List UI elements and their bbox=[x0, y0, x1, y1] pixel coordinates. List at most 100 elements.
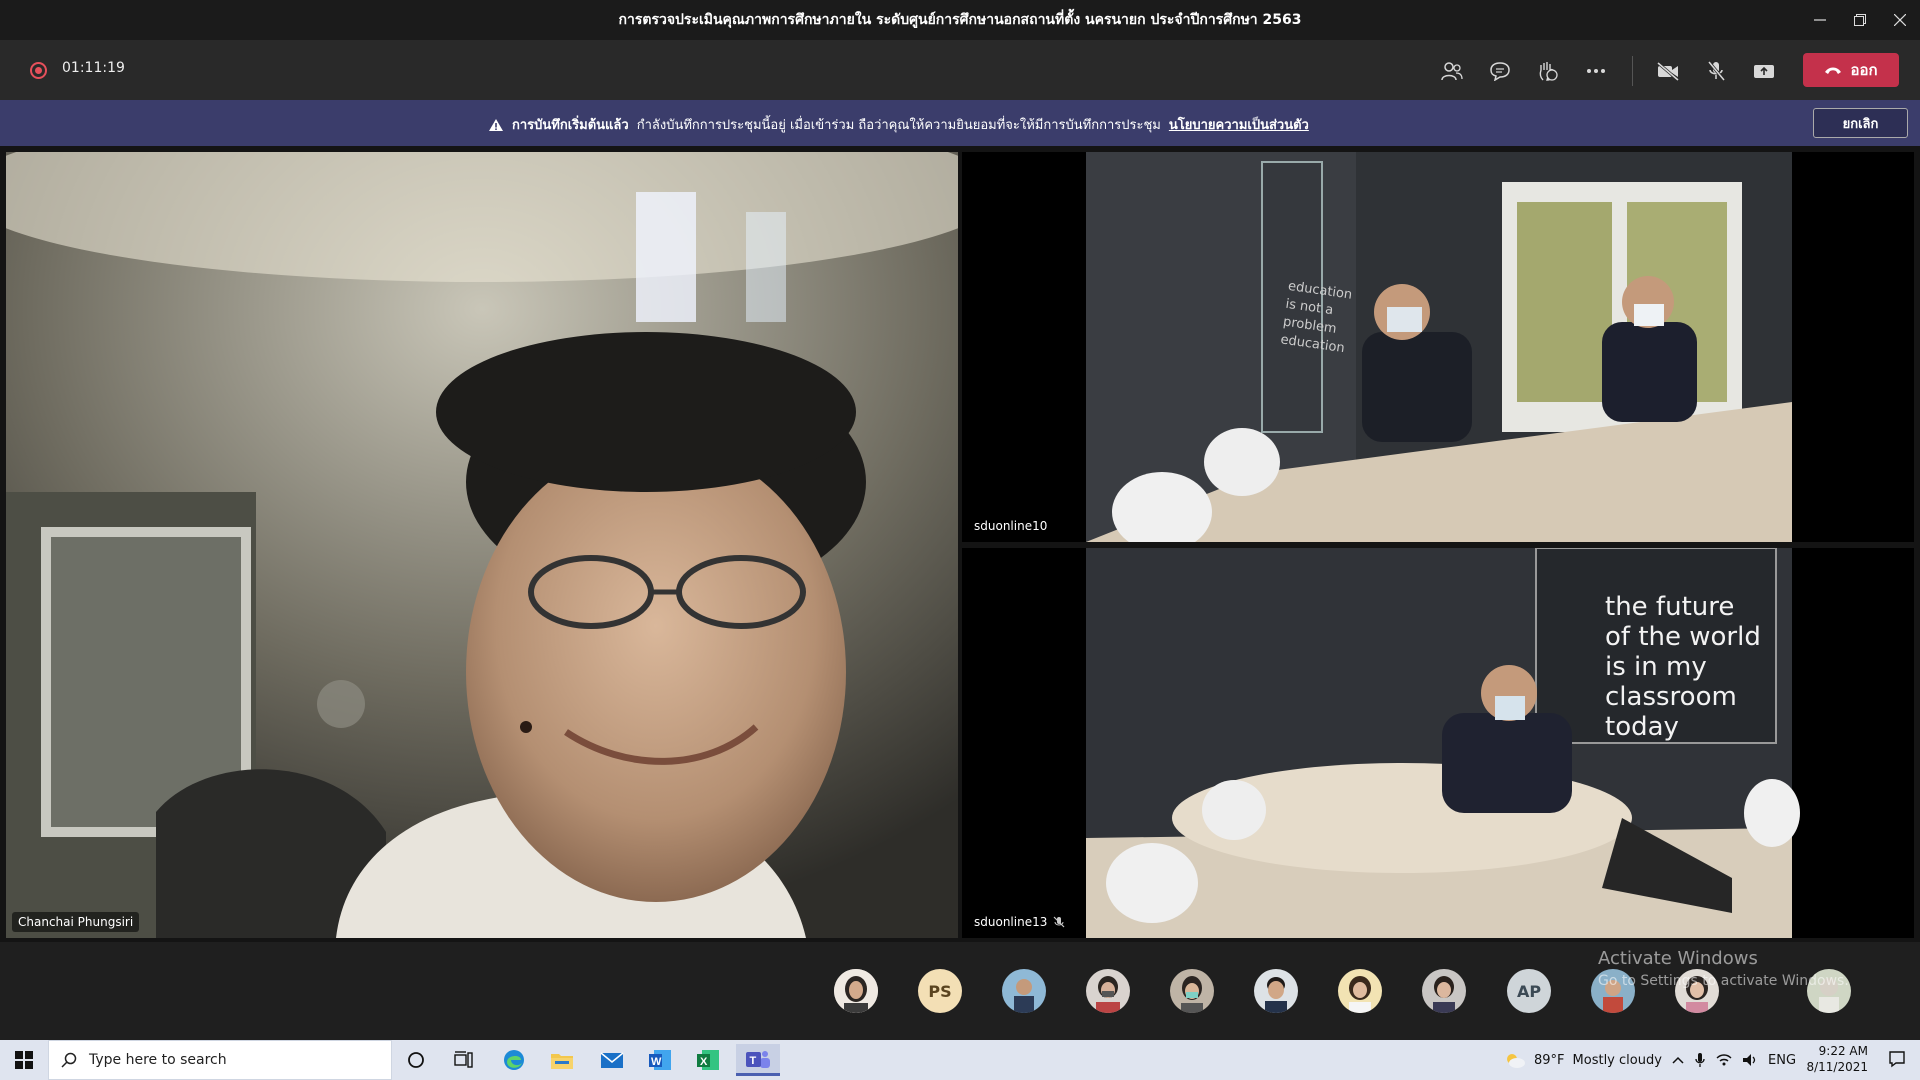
privacy-policy-link[interactable]: นโยบายความเป็นส่วนตัว bbox=[1169, 114, 1309, 135]
cortana-icon bbox=[408, 1052, 424, 1068]
avatar-photo-icon bbox=[1002, 969, 1046, 1013]
weather-desc: Mostly cloudy bbox=[1572, 1052, 1662, 1068]
leave-button[interactable]: ออก bbox=[1803, 53, 1899, 87]
title-bar: การตรวจประเมินคุณภาพการศึกษาภายใน ระดับศ… bbox=[0, 0, 1920, 40]
meeting-toolbar: 01:11:19 ออก bbox=[0, 40, 1920, 100]
avatar-photo-icon bbox=[1170, 969, 1214, 1013]
cortana-button[interactable] bbox=[394, 1044, 438, 1076]
excel-button[interactable]: X bbox=[686, 1044, 730, 1076]
phone-hangup-icon bbox=[1825, 67, 1842, 74]
chat-button[interactable] bbox=[1484, 55, 1516, 87]
people-icon bbox=[1441, 62, 1463, 81]
participant-video-sduonline13 bbox=[962, 548, 1914, 938]
participant-avatar[interactable] bbox=[1002, 969, 1046, 1013]
restore-button[interactable] bbox=[1840, 0, 1880, 40]
microphone-icon[interactable] bbox=[1694, 1052, 1706, 1068]
participant-name-sduonline13-label: sduonline13 bbox=[974, 915, 1048, 929]
participant-avatar-ps[interactable]: PS bbox=[918, 969, 962, 1013]
mic-muted-icon bbox=[1053, 916, 1065, 928]
minimize-icon bbox=[1814, 19, 1826, 21]
banner-body: กำลังบันทึกการประชุมนี้อยู่ เมื่อเข้าร่ว… bbox=[636, 118, 1161, 133]
window-controls bbox=[1800, 0, 1920, 40]
file-explorer-button[interactable] bbox=[540, 1044, 584, 1076]
start-button[interactable] bbox=[0, 1040, 48, 1080]
wall-sign-bottom-line: is in my bbox=[1605, 652, 1707, 682]
window-title: การตรวจประเมินคุณภาพการศึกษาภายใน ระดับศ… bbox=[618, 12, 1302, 28]
avatar-initials: AP bbox=[1516, 981, 1542, 1001]
participant-avatar[interactable] bbox=[1170, 969, 1214, 1013]
avatar-photo-icon bbox=[1338, 969, 1382, 1013]
video-tile-main[interactable]: Chanchai Phungsiri bbox=[6, 152, 958, 938]
wall-sign-bottom-line: of the world bbox=[1605, 622, 1761, 652]
banner-message: การบันทึกเริ่มต้นแล้ว กำลังบันทึกการประช… bbox=[488, 114, 1309, 135]
mail-icon bbox=[600, 1052, 624, 1068]
svg-text:W: W bbox=[651, 1056, 662, 1068]
notification-center-button[interactable] bbox=[1888, 1050, 1906, 1072]
banner-heading: การบันทึกเริ่มต้นแล้ว bbox=[512, 118, 629, 133]
raise-hand-icon bbox=[1539, 62, 1558, 81]
participants-button[interactable] bbox=[1436, 55, 1468, 87]
windows-logo-icon bbox=[15, 1051, 33, 1069]
meeting-timer: 01:11:19 bbox=[62, 60, 125, 76]
video-tile-sduonline10[interactable]: education is not a problem education sdu… bbox=[962, 152, 1914, 542]
reactions-button[interactable] bbox=[1532, 55, 1564, 87]
recording-indicator-icon bbox=[30, 62, 47, 79]
avatar-photo-icon bbox=[1254, 969, 1298, 1013]
edge-browser-button[interactable] bbox=[492, 1044, 536, 1076]
word-icon: W bbox=[649, 1050, 671, 1070]
more-actions-button[interactable] bbox=[1580, 55, 1612, 87]
video-tile-sduonline13[interactable]: the future of the world is in my classro… bbox=[962, 548, 1914, 938]
volume-icon[interactable] bbox=[1742, 1053, 1758, 1067]
wall-sign-bottom-line: classroom bbox=[1605, 682, 1737, 712]
clock-time: 9:22 AM bbox=[1818, 1044, 1868, 1058]
avatar-photo-icon bbox=[1086, 969, 1130, 1013]
participant-name-main-label: Chanchai Phungsiri bbox=[18, 915, 134, 929]
teams-meeting-window: การตรวจประเมินคุณภาพการศึกษาภายใน ระดับศ… bbox=[0, 0, 1920, 1080]
wall-sign-top: education is not a problem education bbox=[1279, 278, 1353, 358]
participant-avatar[interactable] bbox=[834, 969, 878, 1013]
language-indicator[interactable]: ENG bbox=[1768, 1053, 1796, 1068]
task-view-icon bbox=[454, 1051, 473, 1068]
toolbar-divider bbox=[1632, 56, 1633, 86]
taskbar-search-box[interactable]: Type here to search bbox=[48, 1040, 392, 1080]
wall-sign-bottom-line: the future bbox=[1605, 592, 1735, 622]
mic-toggle-button[interactable] bbox=[1700, 55, 1732, 87]
share-screen-button[interactable] bbox=[1748, 55, 1780, 87]
camera-toggle-button[interactable] bbox=[1652, 55, 1684, 87]
task-view-button[interactable] bbox=[442, 1044, 486, 1076]
participant-video-sduonline10 bbox=[962, 152, 1914, 542]
participant-avatar-ap[interactable]: AP bbox=[1507, 969, 1551, 1013]
avatar-photo-icon bbox=[834, 969, 878, 1013]
wifi-icon[interactable] bbox=[1716, 1053, 1732, 1067]
recording-banner: การบันทึกเริ่มต้นแล้ว กำลังบันทึกการประช… bbox=[0, 100, 1920, 146]
close-icon bbox=[1894, 14, 1906, 26]
folder-icon bbox=[551, 1054, 573, 1069]
more-icon bbox=[1587, 69, 1605, 73]
restore-icon bbox=[1854, 14, 1866, 26]
avatar-photo-icon bbox=[1422, 969, 1466, 1013]
mail-button[interactable] bbox=[590, 1044, 634, 1076]
chat-icon bbox=[1490, 62, 1510, 81]
watermark-line2: Go to Settings to activate Windows. bbox=[1598, 973, 1849, 989]
minimize-button[interactable] bbox=[1800, 0, 1840, 40]
participant-name-sduonline10-label: sduonline10 bbox=[974, 519, 1048, 533]
taskbar-clock[interactable]: 9:22 AM 8/11/2021 bbox=[1806, 1043, 1868, 1075]
weather-widget[interactable]: 89°F Mostly cloudy bbox=[1504, 1040, 1662, 1080]
teams-button[interactable]: T bbox=[736, 1044, 780, 1076]
warning-icon bbox=[489, 118, 503, 131]
share-icon bbox=[1754, 65, 1774, 78]
participant-avatar[interactable] bbox=[1338, 969, 1382, 1013]
close-button[interactable] bbox=[1880, 0, 1920, 40]
chevron-up-icon[interactable] bbox=[1672, 1056, 1684, 1064]
svg-text:X: X bbox=[700, 1056, 708, 1068]
participant-avatar[interactable] bbox=[1254, 969, 1298, 1013]
word-button[interactable]: W bbox=[638, 1044, 682, 1076]
watermark-line1: Activate Windows bbox=[1598, 948, 1758, 969]
avatar-initials: PS bbox=[928, 981, 952, 1001]
mic-off-icon bbox=[1707, 61, 1726, 81]
camera-off-icon bbox=[1657, 61, 1679, 81]
cloud-sun-icon bbox=[1507, 1054, 1525, 1068]
participant-avatar[interactable] bbox=[1086, 969, 1130, 1013]
cancel-recording-button[interactable]: ยกเลิก bbox=[1813, 108, 1908, 138]
participant-avatar[interactable] bbox=[1422, 969, 1466, 1013]
